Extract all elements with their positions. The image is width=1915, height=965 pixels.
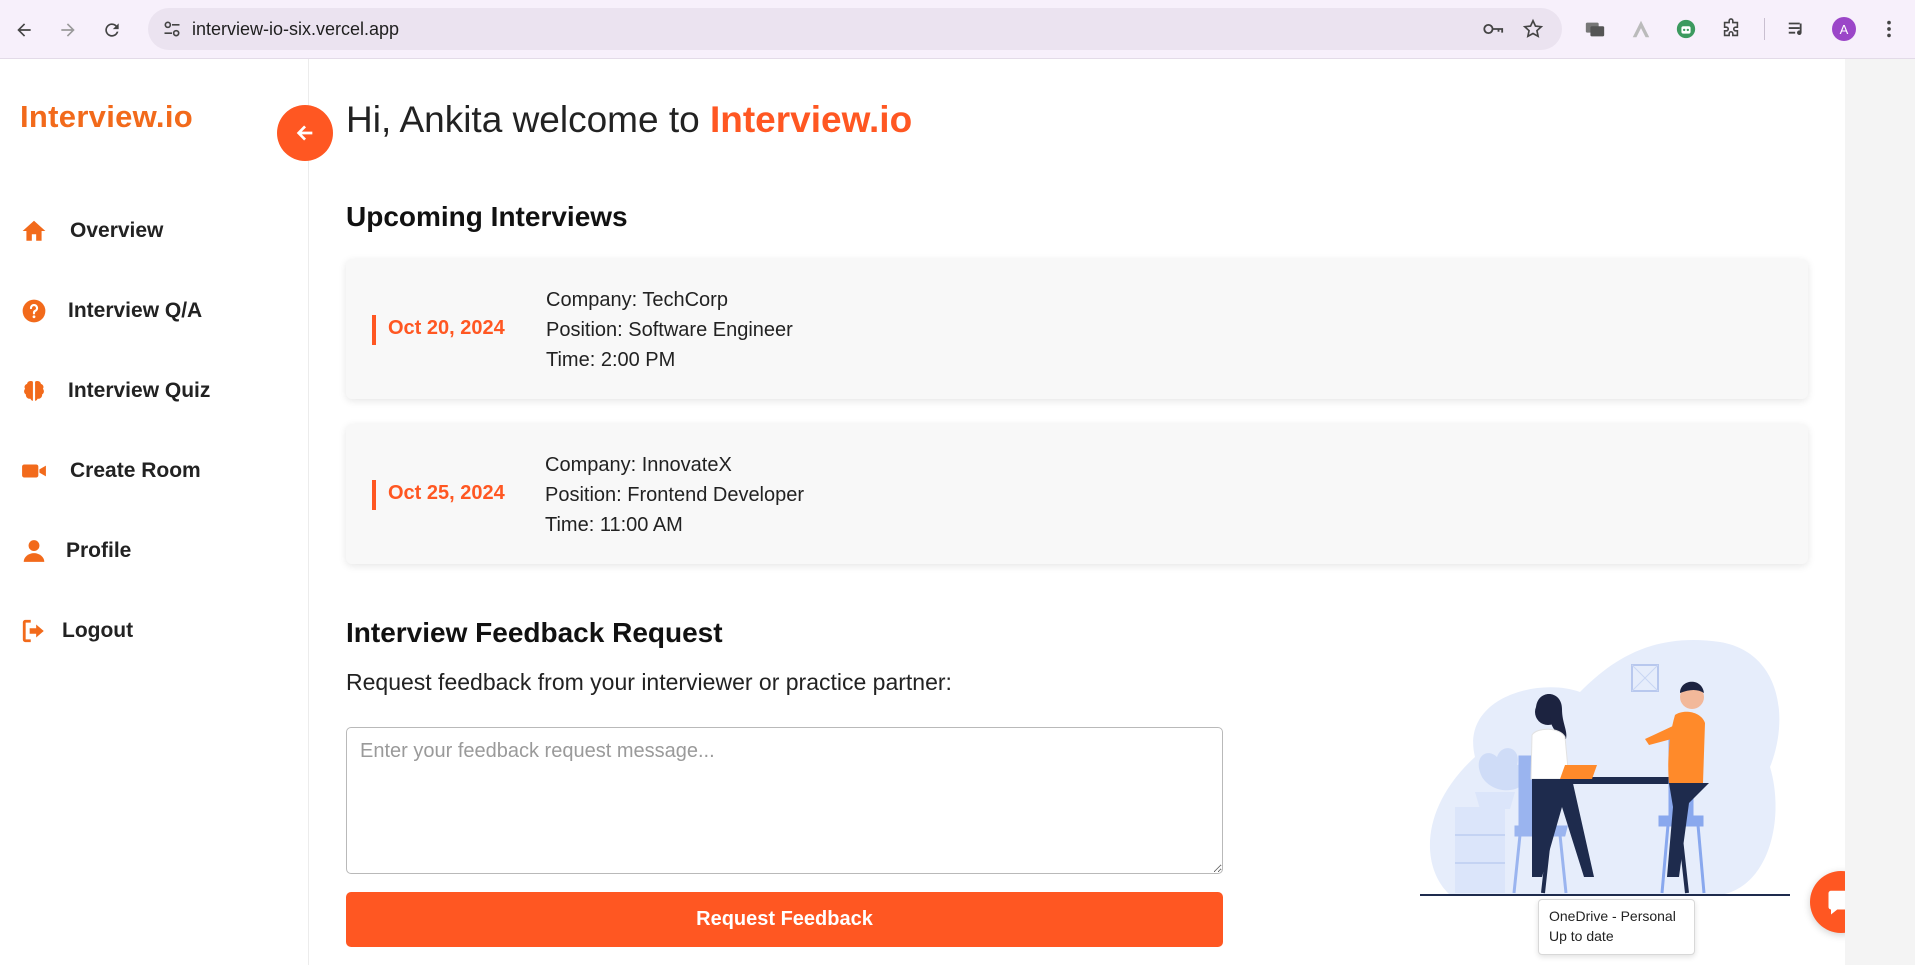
browser-toolbar: interview-io-six.vercel.app A bbox=[0, 0, 1915, 59]
date-accent-bar bbox=[372, 480, 376, 510]
sidebar-item-label: Profile bbox=[66, 539, 132, 562]
sidebar-item-label: Interview Quiz bbox=[68, 379, 211, 402]
brain-icon bbox=[20, 377, 48, 405]
feedback-description: Request feedback from your interviewer o… bbox=[346, 669, 952, 695]
url-text[interactable]: interview-io-six.vercel.app bbox=[192, 19, 399, 40]
extension-screens-button[interactable] bbox=[1582, 16, 1608, 42]
interview-illustration bbox=[1420, 640, 1790, 896]
profile-avatar[interactable]: A bbox=[1832, 17, 1856, 41]
page-title: Hi, Ankita welcome to Interview.io bbox=[346, 99, 912, 141]
interview-details: Company: InnovateX Position: Frontend De… bbox=[545, 450, 804, 540]
extensions-puzzle-button[interactable] bbox=[1718, 16, 1744, 42]
video-camera-icon bbox=[20, 457, 48, 485]
interview-card: Oct 20, 2024 Company: TechCorp Position:… bbox=[346, 259, 1808, 399]
app-page: Interview.io Overview Interview Q/A Inte… bbox=[0, 59, 1872, 965]
interview-date: Oct 20, 2024 bbox=[388, 317, 505, 339]
kebab-menu-icon bbox=[1887, 20, 1891, 38]
collapse-sidebar-button[interactable] bbox=[277, 105, 333, 161]
address-bar[interactable]: interview-io-six.vercel.app bbox=[148, 8, 1562, 50]
triangle-logo-icon bbox=[1632, 20, 1650, 38]
feedback-request-title: Interview Feedback Request bbox=[346, 617, 723, 648]
page-gutter bbox=[1845, 59, 1915, 965]
password-key-icon[interactable] bbox=[1482, 19, 1504, 39]
sidebar-item-create-room[interactable]: Create Room bbox=[20, 451, 201, 491]
reload-button[interactable] bbox=[96, 14, 128, 46]
interview-details: Company: TechCorp Position: Software Eng… bbox=[546, 285, 793, 375]
interview-date: Oct 25, 2024 bbox=[388, 482, 505, 504]
question-circle-icon bbox=[20, 297, 48, 325]
interview-position: Position: Software Engineer bbox=[546, 319, 793, 341]
extension-robot-button[interactable] bbox=[1673, 16, 1699, 42]
logout-icon bbox=[20, 617, 48, 645]
request-feedback-button[interactable]: Request Feedback bbox=[346, 892, 1223, 947]
sidebar-item-logout[interactable]: Logout bbox=[20, 611, 133, 651]
toolbar-divider bbox=[1764, 18, 1765, 40]
media-controls-button[interactable] bbox=[1784, 16, 1810, 42]
extension-triangle-button[interactable] bbox=[1628, 16, 1654, 42]
interview-position: Position: Frontend Developer bbox=[545, 484, 805, 506]
greeting-text: Hi, Ankita welcome to bbox=[346, 99, 710, 140]
screens-icon bbox=[1585, 22, 1605, 37]
interview-company: Company: TechCorp bbox=[546, 289, 728, 311]
feedback-message-input[interactable] bbox=[346, 727, 1223, 874]
arrow-right-icon bbox=[61, 23, 75, 37]
upcoming-interviews-title: Upcoming Interviews bbox=[346, 201, 628, 232]
site-settings-icon[interactable] bbox=[162, 19, 182, 39]
onedrive-status-tooltip: OneDrive - Personal Up to date bbox=[1538, 899, 1695, 955]
sidebar-item-interview-quiz[interactable]: Interview Quiz bbox=[20, 371, 210, 411]
sidebar-item-interview-qa[interactable]: Interview Q/A bbox=[20, 291, 202, 331]
interview-company: Company: InnovateX bbox=[545, 454, 732, 476]
interview-time: Time: 2:00 PM bbox=[546, 349, 676, 371]
bookmark-star-icon[interactable] bbox=[1522, 18, 1544, 40]
sidebar-item-label: Logout bbox=[62, 619, 134, 642]
toast-line-1: OneDrive - Personal bbox=[1549, 908, 1676, 924]
interview-time: Time: 11:00 AM bbox=[545, 514, 683, 536]
sidebar-item-profile[interactable]: Profile bbox=[20, 531, 131, 571]
sidebar-item-overview[interactable]: Overview bbox=[20, 211, 163, 251]
man-body bbox=[1668, 711, 1705, 783]
interview-card: Oct 25, 2024 Company: InnovateX Position… bbox=[346, 424, 1808, 564]
brand-logo[interactable]: Interview.io bbox=[20, 99, 193, 135]
home-icon bbox=[20, 217, 48, 245]
date-accent-bar bbox=[372, 315, 376, 345]
puzzle-icon bbox=[1723, 18, 1739, 37]
reload-icon bbox=[105, 23, 119, 37]
sidebar-item-label: Overview bbox=[70, 219, 164, 242]
media-queue-icon bbox=[1788, 22, 1802, 36]
arrow-left-icon bbox=[296, 125, 313, 141]
sidebar-item-label: Interview Q/A bbox=[68, 299, 203, 322]
user-icon bbox=[20, 537, 48, 565]
browser-menu-button[interactable] bbox=[1876, 16, 1902, 42]
robot-icon bbox=[1676, 19, 1696, 39]
arrow-left-icon bbox=[17, 23, 31, 37]
sidebar: Interview.io Overview Interview Q/A Inte… bbox=[0, 59, 309, 965]
back-nav-button[interactable] bbox=[8, 14, 40, 46]
laptop bbox=[1560, 765, 1597, 779]
sidebar-item-label: Create Room bbox=[70, 459, 201, 482]
cabinet bbox=[1455, 807, 1505, 893]
plant-pot bbox=[1475, 792, 1515, 809]
forward-nav-button[interactable] bbox=[52, 14, 84, 46]
toast-line-2: Up to date bbox=[1549, 928, 1614, 944]
greeting-brand: Interview.io bbox=[709, 99, 913, 140]
